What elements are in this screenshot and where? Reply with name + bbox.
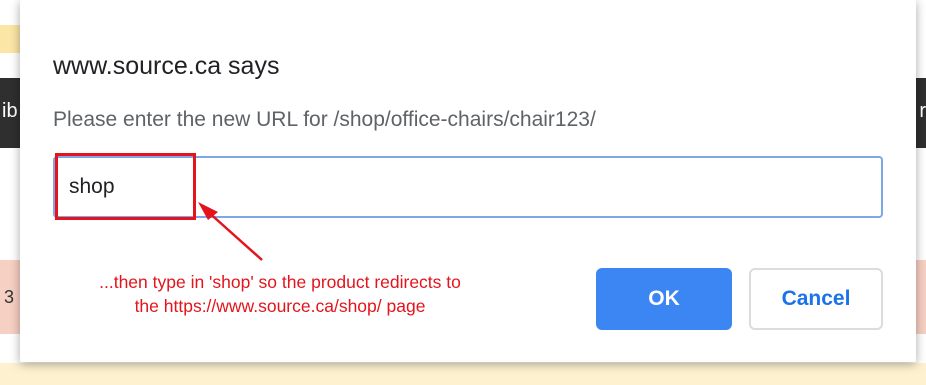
background-number-fragment: 3 <box>4 287 15 307</box>
prompt-dialog: www.source.ca says Please enter the new … <box>20 0 916 362</box>
annotation-arrow-icon <box>198 202 263 261</box>
cancel-button[interactable]: Cancel <box>749 268 883 330</box>
dialog-title: www.source.ca says <box>53 52 280 80</box>
background-footer-strip <box>0 363 926 385</box>
background-text-fragment-left: ib <box>2 100 18 122</box>
annotation-line-2: the https://www.source.ca/shop/ page <box>134 296 426 316</box>
ok-button[interactable]: OK <box>596 268 732 330</box>
background-page-strip <box>0 25 20 53</box>
annotation-line-1: ...then type in 'shop' so the product re… <box>99 272 461 292</box>
dialog-message: Please enter the new URL for /shop/offic… <box>53 108 596 131</box>
annotation-highlight-box <box>55 153 196 220</box>
annotation-text: ...then type in 'shop' so the product re… <box>60 270 500 318</box>
background-text-fragment-right: r <box>919 100 926 122</box>
